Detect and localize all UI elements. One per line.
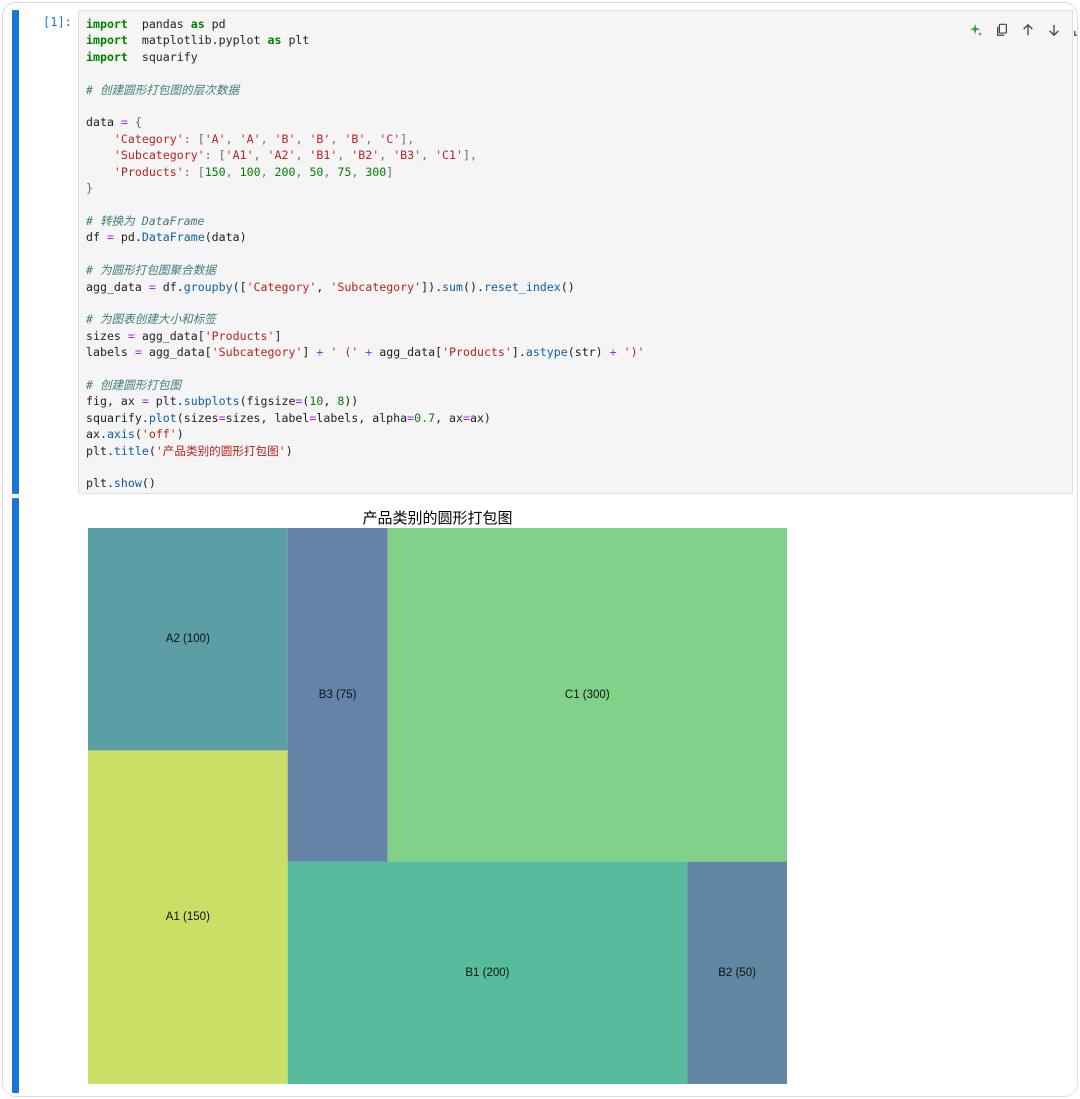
treemap-label-b1: B1 (200) [465, 967, 509, 979]
code-cell-selection-bar [12, 10, 19, 494]
sparkle-icon[interactable] [967, 21, 985, 39]
treemap-label-b2: B2 (50) [718, 967, 756, 979]
code-text[interactable]: import pandas as pd import matplotlib.py… [86, 16, 645, 492]
notebook-frame: [1]: import pandas as pd import matplotl… [2, 2, 1078, 1097]
code-editor[interactable]: import pandas as pd import matplotlib.py… [78, 10, 1077, 494]
treemap-chart: A1 (150) A2 (100) B1 (200) B2 (50) B3 (75) C1… [88, 528, 787, 1084]
copy-icon[interactable] [993, 21, 1011, 39]
output-cell-bar [12, 498, 19, 1093]
cell-toolbar [967, 21, 1077, 39]
move-down-icon[interactable] [1045, 21, 1063, 39]
treemap-label-b3: B3 (75) [319, 689, 357, 701]
chart-title: 产品类别的圆形打包图 [362, 510, 513, 527]
treemap-label-a1: A1 (150) [166, 911, 210, 923]
cell-execution-count: [1]: [43, 15, 72, 29]
insert-above-icon[interactable] [1071, 21, 1077, 39]
treemap-label-c1: C1 (300) [565, 689, 610, 701]
move-up-icon[interactable] [1019, 21, 1037, 39]
treemap-label-a2: A2 (100) [166, 633, 210, 645]
